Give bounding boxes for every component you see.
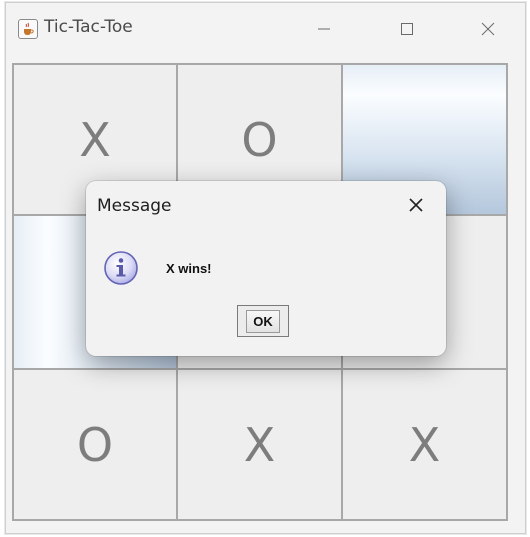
ok-button-label: OK bbox=[246, 309, 280, 333]
info-icon bbox=[104, 251, 138, 285]
message-dialog: Message X wins! OK bbox=[86, 181, 446, 356]
minimize-icon bbox=[318, 28, 330, 30]
board-cell-8[interactable]: X bbox=[343, 370, 506, 519]
close-button[interactable] bbox=[468, 11, 508, 47]
board-cell-7[interactable]: X bbox=[178, 370, 341, 519]
maximize-icon bbox=[401, 23, 413, 35]
dialog-title: Message bbox=[97, 196, 172, 216]
java-cup-icon bbox=[18, 19, 38, 39]
ok-button[interactable]: OK bbox=[237, 305, 289, 337]
maximize-button[interactable] bbox=[387, 11, 427, 47]
board-cell-6[interactable]: O bbox=[14, 370, 176, 519]
close-icon bbox=[409, 198, 423, 212]
close-icon bbox=[481, 22, 495, 36]
minimize-button[interactable] bbox=[304, 11, 344, 47]
title-bar[interactable]: Tic-Tac-Toe bbox=[6, 3, 525, 55]
window-title: Tic-Tac-Toe bbox=[44, 17, 133, 37]
dialog-close-button[interactable] bbox=[401, 192, 431, 218]
dialog-message: X wins! bbox=[166, 261, 212, 276]
